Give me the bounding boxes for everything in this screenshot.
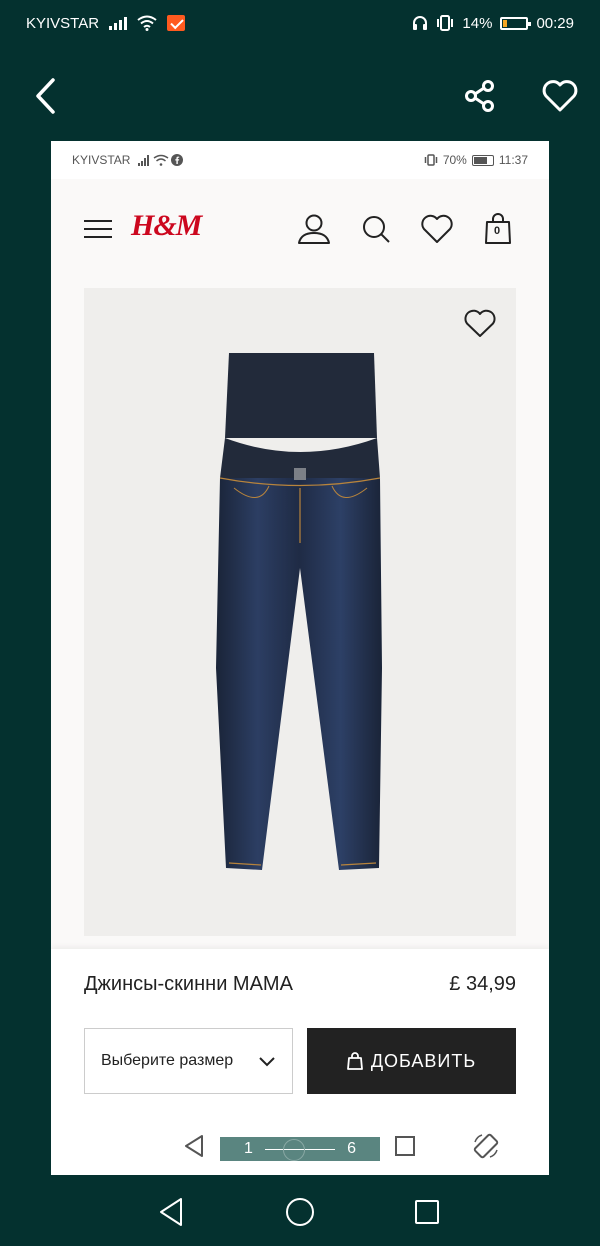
rotate-button[interactable] [471,1131,501,1161]
system-recents-button[interactable] [407,1192,447,1232]
hm-logo[interactable]: H&M [131,209,202,243]
search-icon [363,216,390,243]
screenshot-card: KYIVSTAR 70% 11:37 H&M 0 Джинсы-скинни M… [51,141,549,1175]
back-triangle-icon [160,1198,182,1226]
product-image[interactable] [84,288,516,936]
battery-icon [500,16,532,30]
battery-percent: 14% [462,14,493,32]
rotate-icon [473,1133,499,1159]
outer-status-bar: KYIVSTAR 14% 00:29 [0,0,600,46]
inner-carrier: KYIVSTAR [72,153,131,167]
menu-icon [84,220,112,238]
carrier-name: KYIVSTAR [26,14,100,32]
jeans-image [216,353,382,870]
inner-vibrate-icon [424,154,438,166]
inner-status-bar: KYIVSTAR 70% 11:37 [51,141,549,179]
notification-icon [167,15,186,31]
add-to-bag-button[interactable]: ДОБАВИТЬ [307,1028,516,1094]
search-button[interactable] [356,209,396,249]
vibrate-icon [437,15,454,31]
headphones-icon [413,16,428,30]
square-icon [395,1136,415,1156]
system-back-button[interactable] [151,1192,191,1232]
site-header: H&M 0 [51,179,549,279]
wishlist-icon [421,214,453,243]
add-button-label: ДОБАВИТЬ [370,1050,477,1071]
share-icon [465,80,494,112]
viewer-toolbar [0,60,600,130]
pager-total: 6 [347,1140,356,1157]
product-sheet: Джинсы-скинни MAMA £ 34,99 Выберите разм… [51,949,549,1117]
inner-battery-icon [471,154,494,166]
image-favorite-button[interactable] [460,304,500,344]
back-triangle-icon [185,1135,203,1157]
square-icon [415,1200,439,1224]
heart-icon [542,80,578,112]
cart-count: 0 [494,225,501,237]
inner-back-button[interactable] [179,1131,209,1161]
account-button[interactable] [294,209,334,249]
size-select-label: Выберите размер [101,1052,234,1069]
wifi-icon [137,15,157,31]
account-icon [298,214,330,244]
wishlist-button[interactable] [417,209,457,249]
chevron-down-icon [259,1056,275,1066]
inner-nav-bar: 1 6 [51,1117,549,1175]
product-name: Джинсы-скинни MAMA [84,973,293,995]
back-arrow-icon [36,78,55,114]
favorite-icon [464,309,496,337]
pager-track [264,1138,336,1161]
product-price: £ 34,99 [449,973,516,995]
clock: 00:29 [536,14,574,32]
share-button[interactable] [458,74,502,118]
menu-button[interactable] [78,209,118,249]
system-nav-bar [0,1178,600,1246]
cart-button[interactable]: 0 [478,209,518,249]
inner-clock: 11:37 [498,153,528,167]
shopping-bag-icon [346,1052,363,1070]
home-circle-icon [286,1198,314,1226]
favorite-button[interactable] [538,74,582,118]
inner-signal-icon [138,154,150,166]
pager-current: 1 [244,1140,253,1157]
inner-battery-percent: 70% [442,153,467,167]
back-button[interactable] [24,74,68,118]
facebook-icon [171,154,184,166]
inner-recents-button[interactable] [390,1131,420,1161]
signal-icon [109,16,128,30]
size-select[interactable]: Выберите размер [84,1028,293,1094]
page-indicator[interactable]: 1 6 [220,1137,380,1161]
inner-wifi-icon [154,154,169,166]
system-home-button[interactable] [280,1192,320,1232]
